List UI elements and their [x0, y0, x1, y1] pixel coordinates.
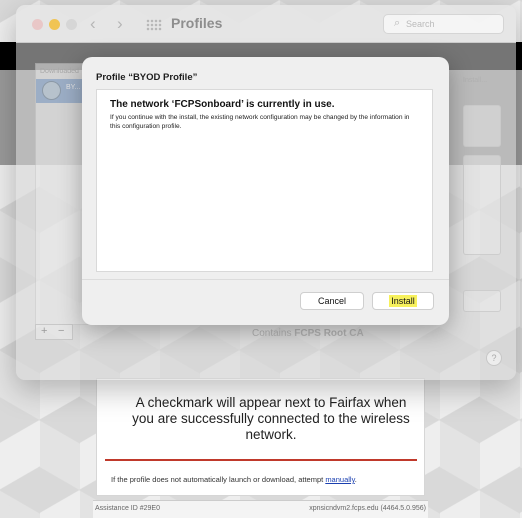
dialog-body: If you continue with the install, the ex… — [110, 114, 410, 130]
background-install-button[interactable]: Install... — [463, 77, 505, 91]
minimize-window-button[interactable] — [49, 19, 60, 30]
detail-box-bottom — [463, 290, 501, 312]
divider-line — [105, 459, 417, 461]
forward-icon[interactable]: › — [117, 14, 123, 34]
list-section-label: Downloaded — [40, 68, 79, 75]
add-profile-button[interactable]: + — [41, 325, 47, 337]
connection-message: A checkmark will appear next to Fairfax … — [132, 395, 410, 442]
search-input[interactable]: ⌕ Search — [383, 14, 504, 34]
manual-download-hint: If the profile does not automatically la… — [111, 475, 357, 484]
profile-gear-icon — [42, 81, 61, 100]
window-toolbar: ‹ › Profiles ⌕ Search — [16, 5, 516, 43]
show-all-grid-icon[interactable] — [146, 19, 162, 31]
zoom-window-button[interactable] — [66, 19, 77, 30]
dialog-title: Profile “BYOD Profile” — [96, 72, 198, 83]
certificate-label: Contains FCPS Root CA — [252, 328, 364, 339]
list-item-label: BY... — [66, 84, 81, 91]
help-button[interactable]: ? — [486, 350, 502, 366]
profile-install-dialog: Profile “BYOD Profile” The network ‘FCPS… — [82, 57, 449, 325]
close-window-button[interactable] — [32, 19, 43, 30]
search-placeholder: Search — [406, 19, 435, 29]
webpage-footer: Assistance ID #29E0 xpnsicndvm2.fcps.edu… — [93, 500, 428, 518]
list-controls: + − — [35, 324, 73, 340]
back-icon[interactable]: ‹ — [90, 14, 96, 34]
dialog-heading: The network ‘FCPSonboard’ is currently i… — [110, 99, 335, 110]
certificate-prefix: Contains — [252, 328, 292, 339]
onboarding-card: A checkmark will appear next to Fairfax … — [96, 378, 425, 496]
cancel-button[interactable]: Cancel — [300, 292, 364, 310]
dialog-divider — [82, 279, 449, 280]
assistance-id: Assistance ID #29E0 — [95, 505, 160, 512]
install-button-label: Install — [389, 295, 417, 307]
window-title: Profiles — [171, 15, 223, 31]
detail-box-middle — [463, 155, 501, 255]
certificate-name: FCPS Root CA — [294, 328, 364, 339]
manual-download-link[interactable]: manually — [325, 475, 354, 484]
server-info: xpnsicndvm2.fcps.edu (4464.5.0.956) — [309, 505, 426, 512]
detail-box-top — [463, 105, 501, 147]
remove-profile-button[interactable]: − — [58, 325, 64, 337]
hint-text: If the profile does not automatically la… — [111, 475, 324, 484]
install-button[interactable]: Install — [372, 292, 434, 310]
dialog-content: The network ‘FCPSonboard’ is currently i… — [96, 89, 433, 272]
search-icon: ⌕ — [394, 17, 401, 29]
